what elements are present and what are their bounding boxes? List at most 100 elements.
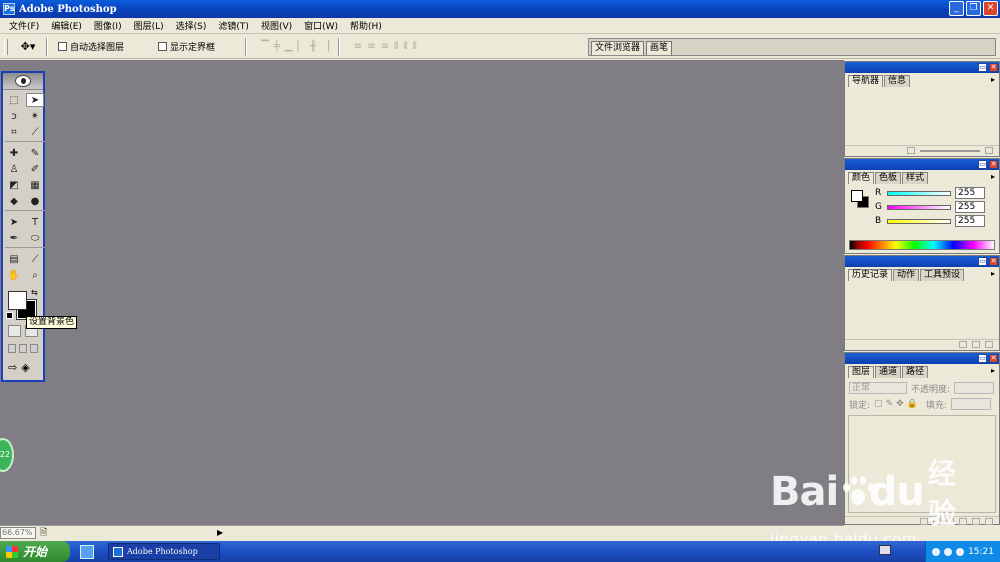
palette-close-icon[interactable]: ✕ (989, 354, 998, 363)
palette-minimize-icon[interactable]: ▭ (978, 354, 987, 363)
notes-tool-icon[interactable]: ▤ (5, 252, 23, 266)
standard-mode-button[interactable] (8, 325, 21, 337)
zoom-slider[interactable] (920, 149, 980, 152)
swap-colors-icon[interactable]: ⇆ (31, 288, 38, 297)
green-slider[interactable] (887, 204, 951, 210)
distribute-vcenter-icon[interactable]: ≡ (367, 41, 376, 52)
palette-titlebar[interactable]: ▭ ✕ (845, 353, 999, 364)
tab-navigator[interactable]: 导航器 (848, 75, 884, 87)
blend-mode-select[interactable]: 正常 (849, 382, 907, 394)
menu-view[interactable]: 视图(V) (255, 19, 298, 32)
menu-file[interactable]: 文件(F) (3, 19, 45, 32)
tab-paths[interactable]: 路径 (902, 366, 929, 378)
tab-info[interactable]: 信息 (884, 75, 911, 87)
menu-window[interactable]: 窗口(W) (298, 19, 344, 32)
path-selection-tool-icon[interactable]: ➤ (5, 215, 23, 229)
type-tool-icon[interactable]: T (26, 215, 44, 229)
tab-swatches[interactable]: 色板 (875, 172, 902, 184)
gradient-tool-icon[interactable]: ▦ (26, 178, 44, 192)
eraser-tool-icon[interactable]: ◩ (5, 178, 23, 192)
quicklaunch-ie-icon[interactable] (80, 544, 94, 559)
palette-minimize-icon[interactable]: ▭ (978, 63, 987, 72)
menu-select[interactable]: 选择(S) (170, 19, 213, 32)
auto-select-layer-checkbox[interactable]: 自动选择图层 (58, 40, 124, 53)
brushes-tab[interactable]: 画笔 (646, 41, 673, 55)
tray-network-icon[interactable] (944, 547, 953, 556)
palette-close-icon[interactable]: ✕ (989, 160, 998, 169)
menu-image[interactable]: 图像(I) (88, 19, 128, 32)
distribute-bottom-icon[interactable]: ≡ (381, 41, 390, 52)
color-spectrum-bar[interactable] (849, 240, 995, 250)
palette-titlebar[interactable]: ▭ ✕ (845, 62, 999, 73)
dodge-tool-icon[interactable]: ● (26, 194, 44, 208)
distribute-top-icon[interactable]: ≡ (354, 41, 363, 52)
blue-value-input[interactable]: 255 (955, 215, 985, 227)
delete-layer-icon[interactable] (985, 518, 993, 525)
full-screen-menu-button[interactable] (19, 344, 27, 353)
lock-image-icon[interactable]: ✎ (886, 399, 894, 409)
show-bounding-box-box[interactable] (158, 42, 168, 51)
new-document-from-state-icon[interactable] (959, 341, 967, 348)
red-value-input[interactable]: 255 (955, 187, 985, 199)
lasso-tool-icon[interactable]: ↄ (5, 109, 23, 123)
file-browser-tab[interactable]: 文件浏览器 (591, 41, 645, 55)
imageready-icon[interactable]: ◈ (21, 361, 29, 374)
palette-menu-icon[interactable]: ▸ (991, 172, 995, 181)
palette-close-icon[interactable]: ✕ (989, 257, 998, 266)
clock[interactable]: 15:21 (968, 547, 994, 557)
adobe-online-icon[interactable] (15, 75, 31, 87)
start-button[interactable]: 开始 (0, 541, 70, 562)
tab-channels[interactable]: 通道 (875, 366, 902, 378)
tab-layers[interactable]: 图层 (848, 366, 875, 378)
red-slider[interactable] (887, 190, 951, 196)
palette-minimize-icon[interactable]: ▭ (978, 160, 987, 169)
align-left-icon[interactable]: ▏ (297, 41, 306, 52)
zoom-tool-icon[interactable]: ⌕ (26, 268, 44, 282)
align-right-icon[interactable]: ▕ (321, 41, 330, 52)
new-layer-icon[interactable] (972, 518, 980, 525)
lock-all-icon[interactable]: 🔒 (907, 399, 918, 409)
new-snapshot-icon[interactable] (972, 341, 980, 348)
options-grip[interactable] (4, 38, 8, 55)
palette-close-icon[interactable]: ✕ (989, 63, 998, 72)
opacity-input[interactable] (954, 382, 995, 394)
hand-tool-icon[interactable]: ✋ (5, 268, 23, 282)
blur-tool-icon[interactable]: ◆ (5, 194, 23, 208)
zoom-out-icon[interactable] (907, 147, 915, 154)
align-bottom-icon[interactable]: ▁ (285, 41, 294, 52)
auto-select-layer-box[interactable] (58, 42, 67, 51)
align-top-icon[interactable]: ▔ (261, 41, 270, 52)
tab-history[interactable]: 历史记录 (848, 269, 893, 281)
color-foreground-swatch[interactable] (851, 190, 863, 202)
close-button[interactable]: ✕ (983, 1, 998, 16)
distribute-left-icon[interactable]: ⫴ (394, 41, 399, 52)
menu-filter[interactable]: 滤镜(T) (212, 19, 255, 32)
default-colors-icon[interactable] (6, 312, 13, 319)
fill-input[interactable] (950, 398, 991, 410)
standard-screen-button[interactable] (8, 344, 16, 353)
tab-color[interactable]: 颜色 (848, 172, 875, 184)
clone-stamp-tool-icon[interactable]: ♙ (5, 162, 23, 176)
shape-tool-icon[interactable]: ⬭ (26, 231, 44, 245)
align-vcenter-icon[interactable]: ╪ (274, 41, 281, 52)
tool-preset-picker[interactable]: ✥▾ (14, 38, 42, 56)
distribute-right-icon[interactable]: ⫴ (412, 41, 417, 52)
crop-tool-icon[interactable]: ⌗ (5, 125, 23, 139)
align-hcenter-icon[interactable]: ╫ (310, 41, 317, 52)
taskbar-photoshop-item[interactable]: Adobe Photoshop (108, 543, 220, 560)
zoom-level-field[interactable]: 66.67% (0, 526, 36, 539)
tab-styles[interactable]: 样式 (902, 172, 929, 184)
lock-position-icon[interactable]: ✥ (896, 399, 904, 409)
language-bar-icon[interactable] (879, 545, 891, 555)
eyedropper-tool-icon[interactable]: ⟋ (26, 252, 44, 266)
workspace-canvas[interactable] (0, 60, 844, 525)
healing-brush-tool-icon[interactable]: ✚ (5, 146, 23, 160)
slice-tool-icon[interactable]: ⟋ (26, 125, 44, 139)
tray-help-icon[interactable] (932, 547, 941, 556)
zoom-in-icon[interactable] (985, 147, 993, 154)
menu-edit[interactable]: 编辑(E) (45, 19, 88, 32)
minimize-button[interactable]: _ (949, 1, 964, 16)
document-info-icon[interactable]: 🗎 (40, 525, 47, 541)
marquee-tool-icon[interactable]: ⬚ (5, 93, 23, 107)
full-screen-button[interactable] (30, 344, 38, 353)
